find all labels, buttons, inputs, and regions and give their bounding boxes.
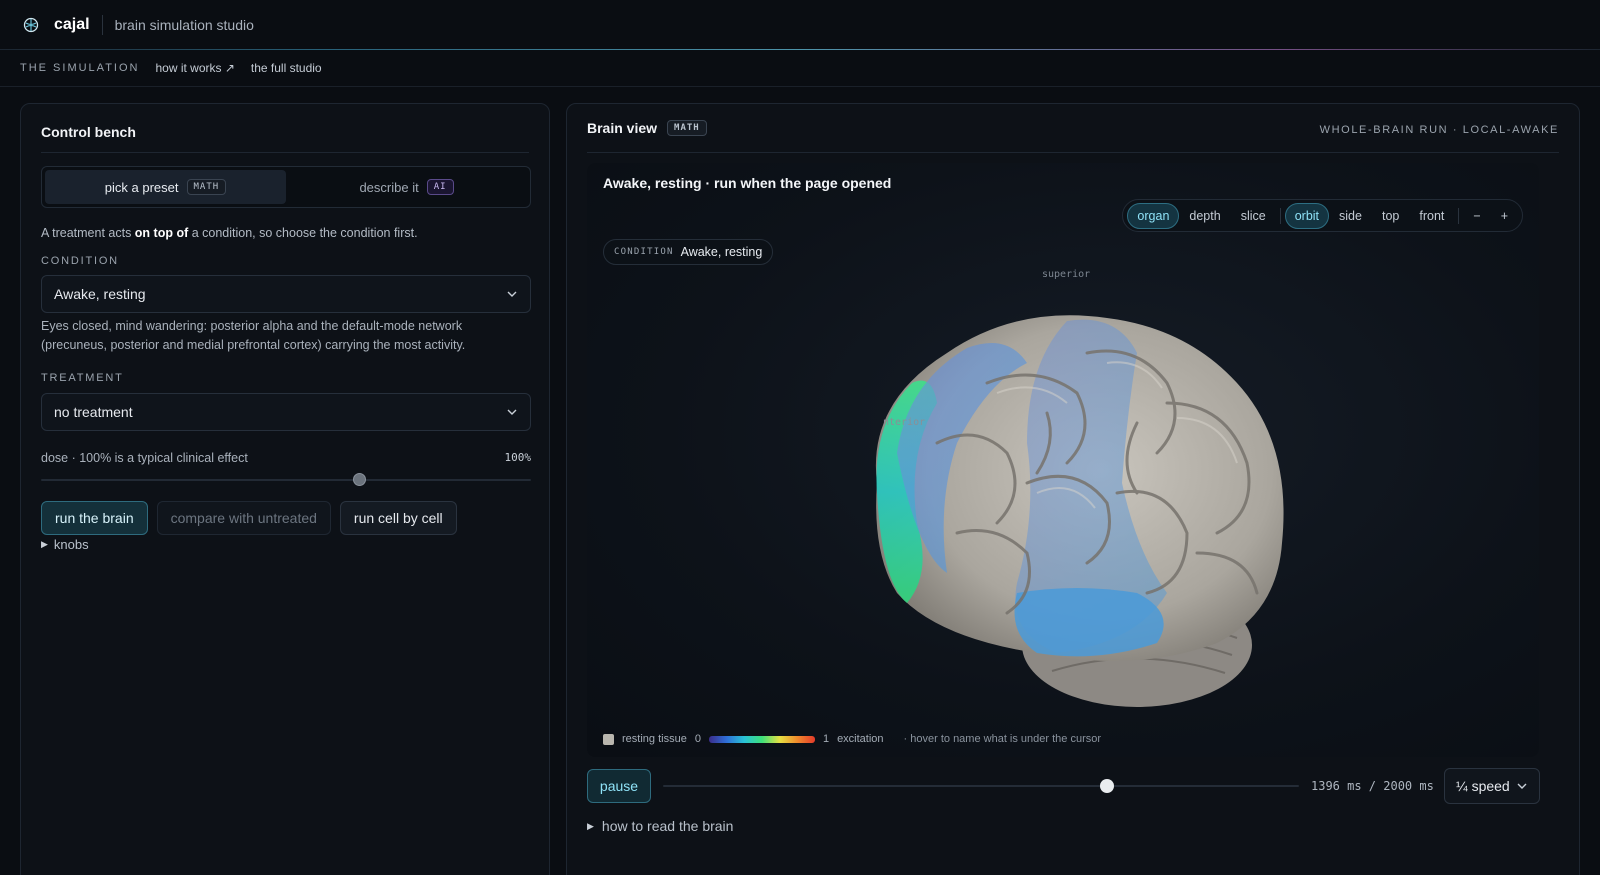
mode-depth-button[interactable]: depth <box>1179 203 1230 229</box>
compare-untreated-button[interactable]: compare with untreated <box>156 501 331 535</box>
divider <box>41 152 529 153</box>
tab-pick-preset[interactable]: pick a preset MATH <box>45 170 286 204</box>
timeline-thumb[interactable] <box>1099 779 1114 793</box>
resting-tissue-swatch <box>603 733 614 745</box>
condition-select-value: Awake, resting <box>54 286 146 302</box>
knobs-toggle[interactable]: ▶ knobs <box>41 537 89 552</box>
math-badge: MATH <box>667 120 707 136</box>
hint-text-start: A treatment acts <box>41 226 135 240</box>
run-cell-by-cell-button[interactable]: run cell by cell <box>339 501 457 535</box>
view-toolbar: organ depth slice orbit side top front −… <box>1122 199 1523 232</box>
disclosure-triangle-icon: ▶ <box>587 820 594 831</box>
divider <box>587 152 1559 153</box>
brain-view-title: Brain view <box>587 120 658 136</box>
time-readout: 1396 ms / 2000 ms <box>1311 779 1434 793</box>
legend-scale-label: excitation <box>837 733 884 745</box>
hint-text-bold: on top of <box>134 226 189 240</box>
dose-label: dose · 100% is a typical clinical effect <box>41 451 248 465</box>
subnav-current-section: THE SIMULATION <box>20 62 140 74</box>
chevron-down-icon <box>506 288 518 300</box>
chevron-down-icon <box>1516 780 1528 792</box>
viewport-title: Awake, resting · run when the page opene… <box>603 175 892 191</box>
tab-describe-it-label: describe it <box>359 179 419 195</box>
run-label: WHOLE-BRAIN RUN · LOCAL-AWAKE <box>1319 124 1559 136</box>
dose-slider-track[interactable] <box>41 479 531 481</box>
subnav-link-how-it-works[interactable]: how it works ↗ <box>155 61 234 75</box>
run-brain-button[interactable]: run the brain <box>41 501 148 535</box>
math-badge: MATH <box>186 179 227 195</box>
disclosure-triangle-icon: ▶ <box>41 539 48 549</box>
axis-label-anterior: nterior <box>883 417 926 428</box>
camera-orbit-button[interactable]: orbit <box>1284 202 1330 229</box>
control-bench-title: Control bench <box>41 124 136 140</box>
speed-select-value: ¼ speed <box>1456 778 1510 794</box>
input-mode-tabs: pick a preset MATH describe it AI <box>41 166 531 208</box>
dose-slider-thumb[interactable] <box>353 473 366 486</box>
toolbar-separator <box>1279 207 1281 224</box>
top-bar: cajal brain simulation studio <box>0 0 1600 50</box>
ai-badge: AI <box>426 179 454 195</box>
legend-max: 1 <box>822 733 830 745</box>
control-bench-panel: Control bench pick a preset MATH describ… <box>20 103 550 875</box>
brand-divider <box>101 14 103 35</box>
axis-label-superior: superior <box>1042 269 1091 280</box>
sub-nav: THE SIMULATION how it works ↗ the full s… <box>0 50 1600 87</box>
treatment-label: TREATMENT <box>41 372 124 384</box>
brain-viewport[interactable]: Awake, resting · run when the page opene… <box>587 163 1539 757</box>
hint-text-end: a condition, so choose the condition fir… <box>188 226 418 240</box>
condition-pill: CONDITION Awake, resting <box>603 239 774 265</box>
chevron-down-icon <box>506 406 518 418</box>
camera-top-button[interactable]: top <box>1372 203 1409 229</box>
speed-select[interactable]: ¼ speed <box>1444 768 1540 804</box>
pause-button[interactable]: pause <box>587 769 651 803</box>
action-buttons: run the brain compare with untreated run… <box>41 501 457 535</box>
legend-hover-note: · hover to name what is under the cursor <box>903 733 1102 745</box>
zoom-out-button[interactable]: − <box>1463 203 1490 229</box>
treatment-select[interactable]: no treatment <box>41 393 531 431</box>
mode-organ-button[interactable]: organ <box>1127 202 1180 229</box>
dose-row: dose · 100% is a typical clinical effect… <box>41 451 531 465</box>
zoom-in-button[interactable]: + <box>1491 203 1518 229</box>
app-name[interactable]: cajal <box>54 16 90 34</box>
brain-view-panel: Brain view MATH WHOLE-BRAIN RUN · LOCAL-… <box>566 103 1580 875</box>
mode-slice-button[interactable]: slice <box>1231 203 1276 229</box>
toolbar-separator <box>1458 207 1460 224</box>
condition-pill-value: Awake, resting <box>680 245 763 259</box>
brain-view-header: Brain view MATH <box>587 120 707 136</box>
condition-description: Eyes closed, mind wandering: posterior a… <box>41 319 466 352</box>
activity-region-temporal <box>1014 588 1164 657</box>
condition-select[interactable]: Awake, resting <box>41 275 531 313</box>
camera-front-button[interactable]: front <box>1409 203 1454 229</box>
timeline-track[interactable] <box>663 785 1299 787</box>
knobs-label: knobs <box>53 537 89 552</box>
legend-min: 0 <box>694 733 701 745</box>
condition-pill-key: CONDITION <box>614 247 674 257</box>
color-legend: resting tissue 0 1 excitation · hover to… <box>603 733 1101 745</box>
treatment-hint: A treatment acts on top of a condition, … <box>41 226 418 240</box>
excitation-color-scale <box>708 735 815 743</box>
how-to-read-label: how to read the brain <box>601 818 734 834</box>
condition-label: CONDITION <box>41 255 119 267</box>
brain-logo-icon[interactable] <box>22 16 40 34</box>
app-subtitle: brain simulation studio <box>114 16 254 33</box>
treatment-select-value: no treatment <box>54 404 133 420</box>
camera-side-button[interactable]: side <box>1329 203 1372 229</box>
how-to-read-toggle[interactable]: ▶ how to read the brain <box>587 818 733 834</box>
tab-pick-preset-label: pick a preset <box>104 179 179 195</box>
brain-3d-render[interactable] <box>837 293 1297 713</box>
subnav-link-full-studio[interactable]: the full studio <box>251 61 322 75</box>
tab-describe-it[interactable]: describe it AI <box>286 170 527 204</box>
dose-value: 100% <box>504 451 532 464</box>
legend-resting-label: resting tissue <box>622 733 687 745</box>
